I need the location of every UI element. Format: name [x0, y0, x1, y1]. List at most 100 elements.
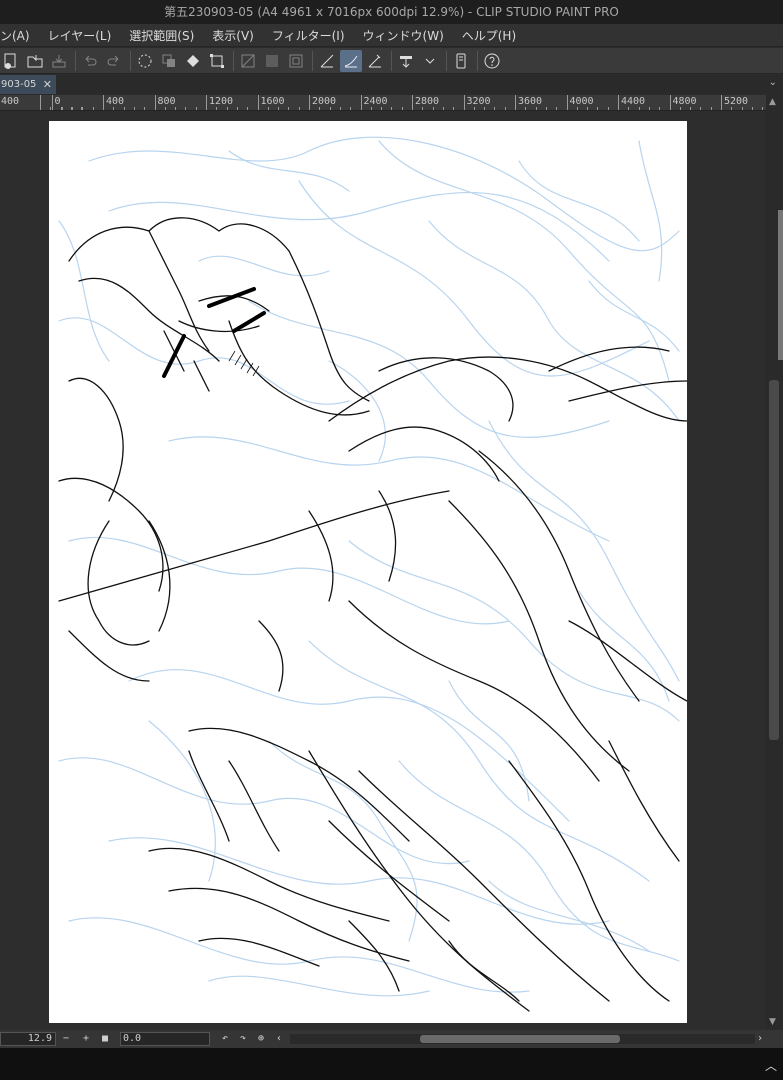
ruler-label: 3600 — [518, 96, 543, 107]
menu-animation[interactable]: ン(A) — [0, 27, 40, 44]
ruler-major-tick — [40, 95, 41, 110]
ruler-minor-tick — [762, 107, 764, 110]
zoom-field[interactable]: 12.9 — [0, 1032, 56, 1046]
help-icon[interactable] — [481, 50, 503, 72]
ruler-minor-tick — [638, 107, 640, 110]
ruler-minor-tick — [494, 107, 496, 110]
layer-frame-icon[interactable] — [285, 50, 307, 72]
zoom-in-button[interactable]: + — [83, 1031, 89, 1047]
fit-page-icon[interactable]: ■ — [102, 1031, 108, 1047]
ruler-minor-tick — [432, 107, 434, 110]
copy-layer-icon[interactable] — [158, 50, 180, 72]
tray-chevron-up-icon[interactable]: ︿ — [765, 1057, 777, 1074]
device-icon[interactable] — [450, 50, 472, 72]
horizontal-scroll-thumb[interactable] — [420, 1035, 620, 1043]
chevron-down-icon[interactable]: ⌄ — [769, 77, 777, 88]
scroll-left-icon[interactable]: ‹ — [276, 1031, 282, 1047]
sketch-artwork — [58, 136, 687, 1012]
toolbar-separator — [75, 50, 76, 71]
ruler-minor-tick — [751, 107, 753, 110]
ruler-minor-tick — [442, 107, 444, 110]
ruler-minor-tick — [92, 107, 94, 110]
pen-pressure-icon[interactable] — [340, 49, 362, 72]
rotate-right-icon[interactable]: ↷ — [240, 1031, 246, 1047]
rotation-field[interactable]: 0.0 — [120, 1032, 210, 1046]
reset-rotation-icon[interactable]: ⊕ — [258, 1031, 264, 1047]
stabilizer-icon[interactable] — [316, 50, 338, 72]
scroll-right-icon[interactable]: › — [757, 1031, 763, 1047]
horizontal-scrollbar[interactable] — [290, 1034, 755, 1044]
ruler-label: 4400 — [621, 96, 646, 107]
layer-options-icon[interactable] — [237, 50, 259, 72]
ruler-minor-tick — [710, 107, 712, 110]
ruler-minor-tick — [597, 107, 599, 110]
ruler-minor-tick — [339, 107, 341, 110]
ruler-major-tick — [257, 95, 259, 110]
toolbar-separator — [312, 50, 313, 71]
ruler-major-tick — [721, 95, 722, 110]
menu-filter[interactable]: フィルター(I) — [264, 27, 355, 44]
menu-view[interactable]: 表示(V) — [204, 27, 264, 44]
ruler-minor-tick — [226, 107, 228, 110]
ruler-minor-tick — [731, 107, 733, 110]
ruler-minor-tick — [350, 107, 352, 110]
ruler-major-tick — [412, 95, 413, 110]
ruler-minor-tick — [319, 107, 321, 110]
ruler-minor-tick — [144, 107, 146, 110]
scroll-down-icon[interactable]: ▼ — [769, 1017, 776, 1027]
ruler-minor-tick — [628, 107, 630, 110]
open-folder-icon[interactable] — [24, 50, 46, 72]
save-icon[interactable] — [48, 50, 70, 72]
zoom-out-button[interactable]: − — [63, 1031, 69, 1047]
ruler-minor-tick — [453, 107, 455, 110]
blue-rough-sketch — [58, 136, 680, 997]
ruler-minor-tick — [525, 107, 527, 110]
transform-icon[interactable] — [206, 50, 228, 72]
fill-icon[interactable] — [182, 50, 204, 72]
chevron-down-icon[interactable] — [419, 50, 441, 72]
new-file-icon[interactable] — [0, 50, 22, 72]
ruler-minor-tick — [298, 107, 300, 110]
ruler-minor-tick — [381, 107, 383, 110]
ruler-minor-tick — [700, 107, 702, 110]
ruler-major-tick — [515, 95, 516, 110]
clear-selection-icon[interactable] — [134, 50, 156, 72]
document-tab[interactable]: 903-05 ✕ — [0, 75, 56, 94]
ruler-minor-tick — [690, 107, 692, 110]
canvas-workspace[interactable] — [0, 111, 766, 1030]
scroll-up-icon[interactable]: ▲ — [769, 97, 776, 107]
ruler-minor-tick — [556, 107, 558, 110]
menu-bar: ン(A) レイヤー(L) 選択範囲(S) 表示(V) フィルター(I) ウィンド… — [0, 24, 783, 47]
ruler-minor-tick — [123, 107, 125, 110]
ruler-minor-tick — [288, 107, 290, 110]
ruler-label: 400 — [1, 96, 20, 107]
rotate-left-icon[interactable]: ↶ — [222, 1031, 228, 1047]
ruler-minor-tick — [236, 107, 238, 110]
menu-selection[interactable]: 選択範囲(S) — [121, 27, 204, 44]
ruler-minor-tick — [82, 107, 84, 110]
ruler-minor-tick — [648, 107, 650, 110]
black-lineart — [58, 217, 687, 1012]
ruler-minor-tick — [247, 107, 249, 110]
ruler-minor-tick — [216, 107, 218, 110]
window-title: 第五230903-05 (A4 4961 x 7016px 600dpi 12.… — [0, 0, 783, 24]
ruler-icon[interactable] — [364, 50, 386, 72]
menu-window[interactable]: ウィンドウ(W) — [355, 27, 454, 44]
close-icon[interactable]: ✕ — [43, 75, 52, 94]
menu-help[interactable]: ヘルプ(H) — [454, 27, 526, 44]
ruler-minor-tick — [401, 107, 403, 110]
ruler-label: 2400 — [363, 96, 388, 107]
menu-layer[interactable]: レイヤー(L) — [40, 27, 122, 44]
snap-icon[interactable] — [395, 50, 417, 72]
vertical-scroll-thumb[interactable] — [769, 380, 779, 740]
ruler-minor-tick — [61, 107, 63, 110]
drawing-canvas[interactable] — [49, 121, 687, 1023]
os-taskbar: ︿ — [0, 1048, 783, 1080]
layer-mask-icon[interactable] — [261, 50, 283, 72]
ruler-label: 0 — [54, 96, 61, 107]
redo-icon[interactable] — [103, 50, 125, 72]
undo-icon[interactable] — [79, 50, 101, 72]
ruler-major-tick — [566, 95, 568, 110]
ruler-minor-tick — [545, 107, 547, 110]
document-tab-label: 903-05 — [1, 79, 37, 90]
